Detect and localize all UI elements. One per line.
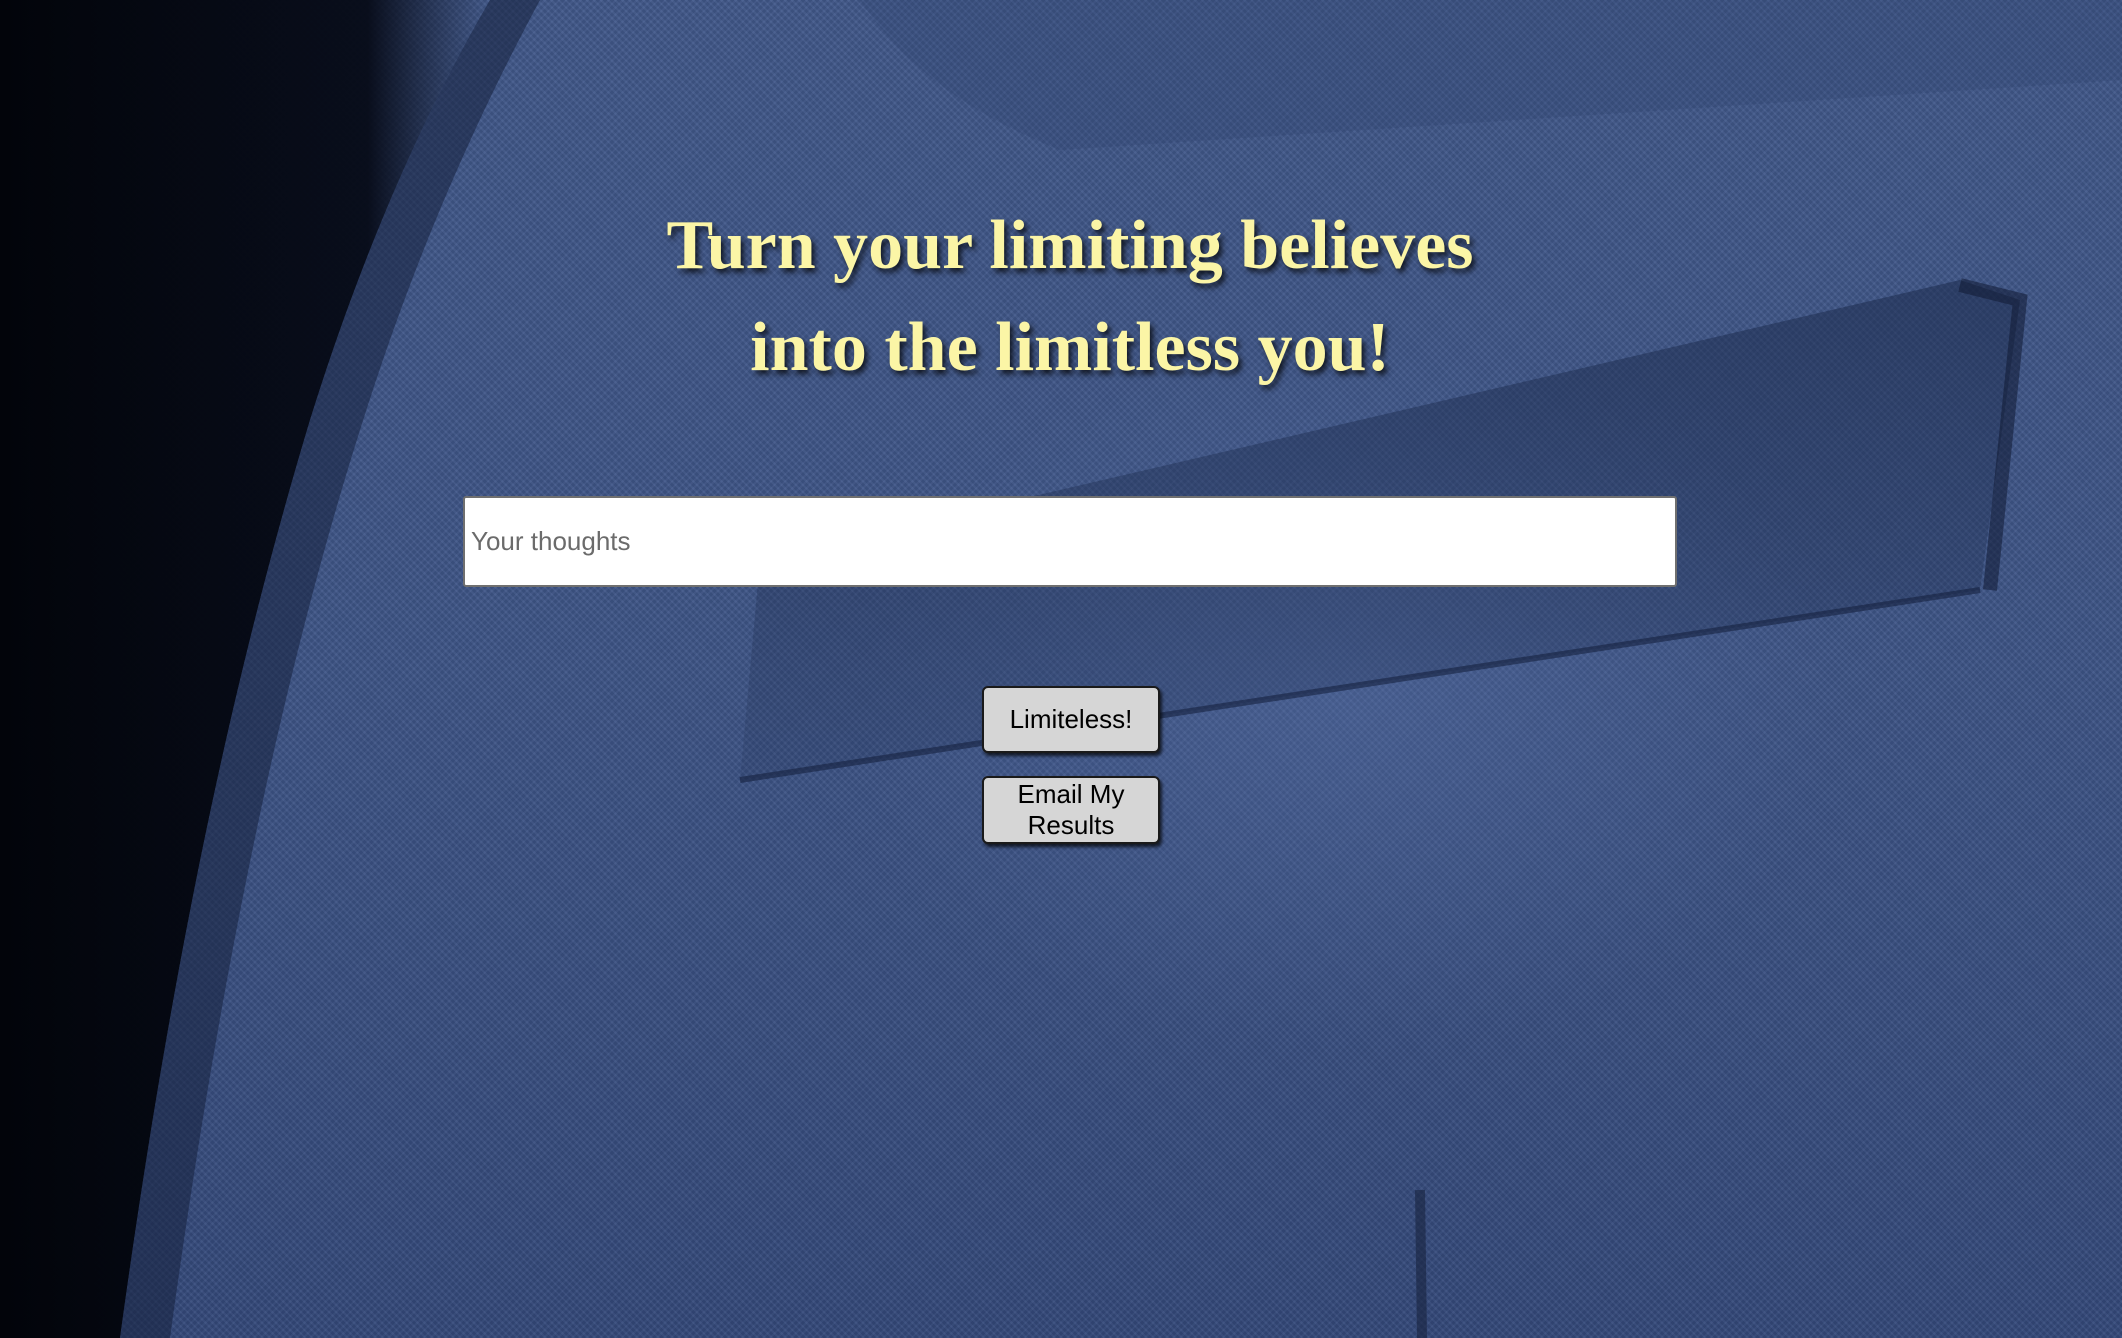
email-results-button[interactable]: Email My Results <box>982 776 1160 844</box>
limiteless-button[interactable]: Limiteless! <box>982 686 1160 753</box>
headline-line-2: into the limitless you! <box>750 309 1390 386</box>
page-content: Turn your limiting believes into the lim… <box>0 0 2122 1338</box>
thoughts-input[interactable] <box>463 496 1677 587</box>
headline: Turn your limiting believes into the lim… <box>0 195 2122 399</box>
headline-line-1: Turn your limiting believes <box>666 207 1474 284</box>
